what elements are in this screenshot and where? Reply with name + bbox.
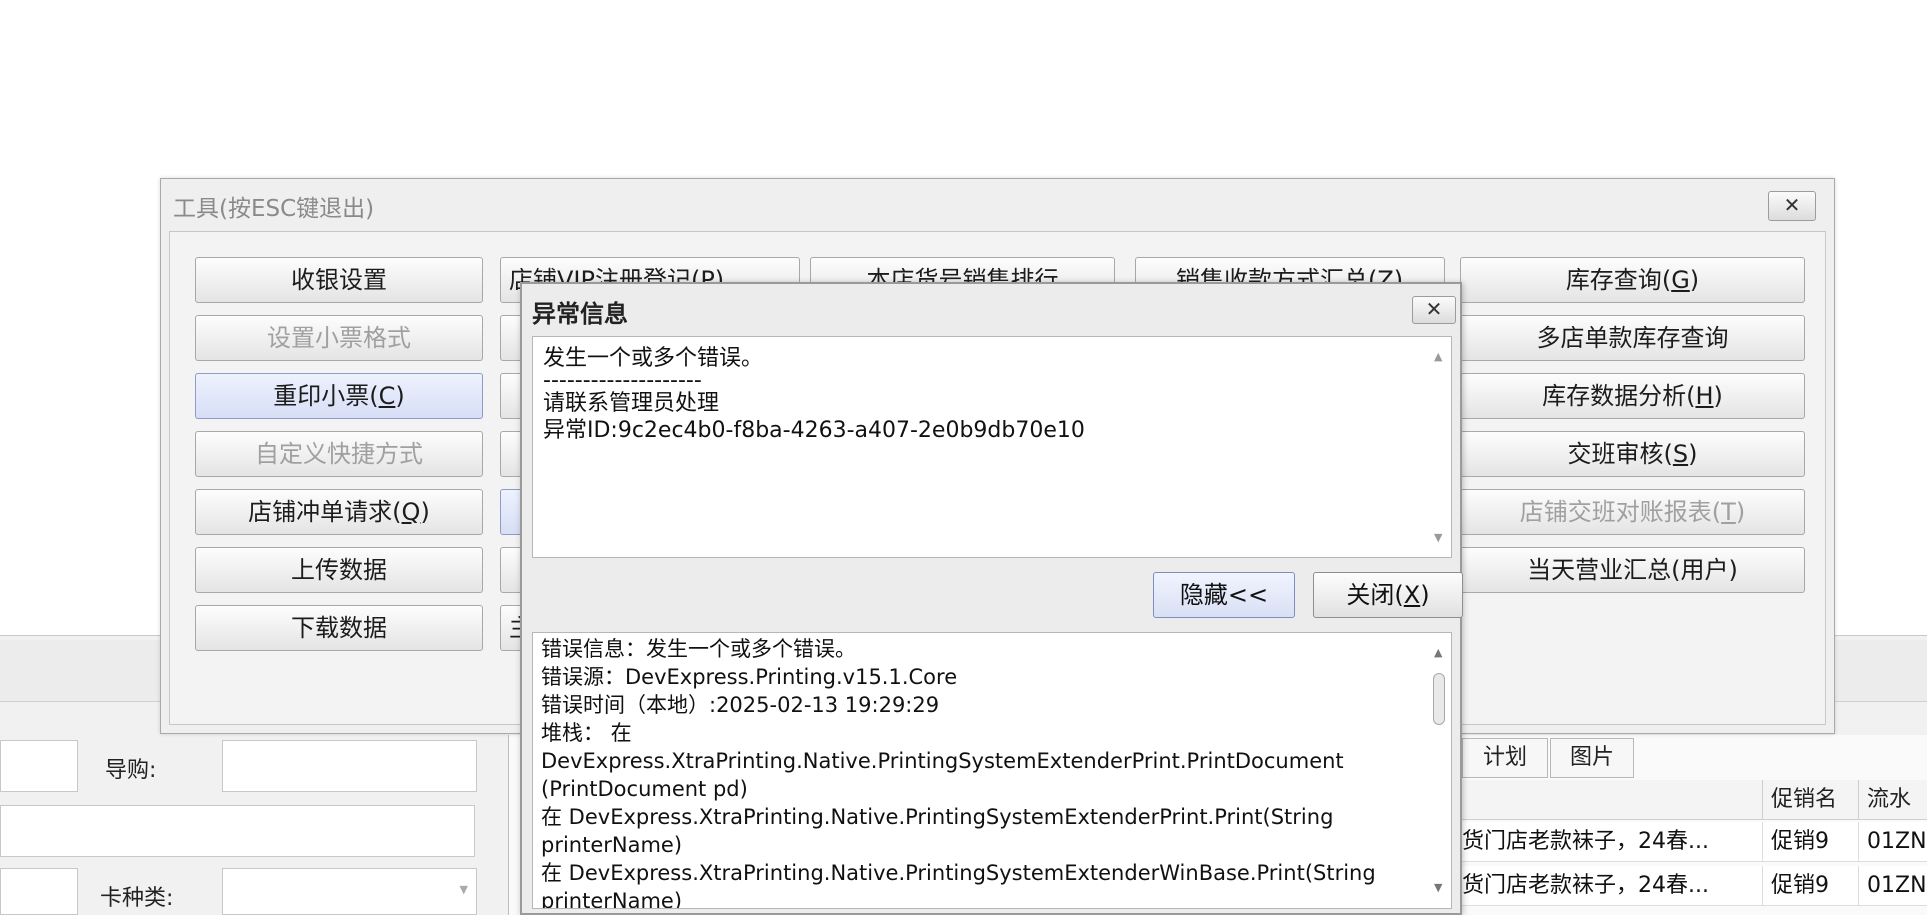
shortcut-key: X: [1403, 581, 1421, 609]
scroll-up-icon[interactable]: ▲: [1434, 639, 1442, 667]
shift-audit-button[interactable]: 交班审核(S): [1460, 431, 1805, 477]
shortcut-key: C: [378, 382, 396, 410]
detail-scrollbar[interactable]: ▲ ▼: [1431, 637, 1449, 904]
grid-cell-serial[interactable]: 01ZN0: [1858, 866, 1927, 906]
hide-details-button[interactable]: 隐藏<<: [1153, 572, 1295, 618]
shortcut-key: S: [1672, 440, 1689, 468]
shortcut-key: Q: [401, 498, 421, 526]
tools-window-title: 工具(按ESC键退出): [173, 196, 375, 222]
inventory-analysis-button[interactable]: 库存数据分析(H): [1460, 373, 1805, 419]
button-label: 交班审核: [1567, 440, 1664, 468]
button-label: 当天营业汇总(用户): [1527, 556, 1738, 584]
guide-input[interactable]: [222, 740, 477, 792]
custom-shortcut-button[interactable]: 自定义快捷方式: [195, 431, 483, 477]
scroll-down-icon[interactable]: ▼: [1434, 874, 1442, 902]
grid-cell-desc[interactable]: 货门店老款袜子，24春...: [1462, 866, 1762, 906]
tools-close-button[interactable]: ✕: [1768, 191, 1816, 221]
shortcut-key: T: [1721, 498, 1736, 526]
left-input-2[interactable]: [0, 805, 475, 857]
error-dialog: 异常信息 ✕ 发生一个或多个错误。 -------------------- 请…: [520, 282, 1463, 915]
message-line: --------------------: [543, 368, 702, 393]
reprint-receipt-button[interactable]: 重印小票(C): [195, 373, 483, 419]
left-input-1[interactable]: [0, 740, 78, 792]
grid-header-blank: [1462, 780, 1762, 820]
detail-line: (PrintDocument pd): [541, 777, 748, 801]
detail-line: 错误源：DevExpress.Printing.v15.1.Core: [541, 665, 958, 689]
button-label: 库存查询: [1565, 266, 1662, 294]
scroll-down-icon[interactable]: ▼: [1434, 524, 1442, 551]
detail-line: 在 DevExpress.XtraPrinting.Native.Printin…: [541, 805, 1334, 829]
detail-line: 堆栈： 在: [541, 721, 632, 745]
button-label: 下载数据: [291, 614, 387, 642]
grid-cell-serial[interactable]: 01ZN0: [1858, 822, 1927, 862]
upload-data-button[interactable]: 上传数据: [195, 547, 483, 593]
message-line: 异常ID:9c2ec4b0-f8ba-4263-a407-2e0b9db70e1…: [543, 418, 1085, 443]
button-label: 设置小票格式: [267, 324, 411, 352]
card-type-label: 卡种类:: [100, 886, 174, 911]
tab-plan[interactable]: 计划: [1462, 738, 1548, 778]
error-dialog-title: 异常信息: [532, 300, 628, 328]
grid-cell-desc[interactable]: 货门店老款袜子，24春...: [1462, 822, 1762, 862]
grid-header-serial[interactable]: 流水单: [1858, 780, 1927, 852]
button-label: 关闭: [1346, 581, 1395, 609]
download-data-button[interactable]: 下载数据: [195, 605, 483, 651]
scroll-up-icon[interactable]: ▲: [1434, 343, 1442, 370]
guide-label: 导购:: [105, 758, 157, 783]
card-type-select[interactable]: ▼: [222, 868, 477, 915]
error-dialog-close-button[interactable]: ✕: [1412, 296, 1456, 324]
inventory-query-button[interactable]: 库存查询(G): [1460, 257, 1805, 303]
button-label: 上传数据: [291, 556, 387, 584]
grid-cell-promo[interactable]: 促销9: [1762, 866, 1858, 906]
shift-reconciliation-report-button[interactable]: 店铺交班对账报表(T): [1460, 489, 1805, 535]
left-input-3[interactable]: [0, 868, 78, 915]
button-label: 隐藏<<: [1179, 581, 1269, 609]
detail-line: DevExpress.XtraPrinting.Native.PrintingS…: [541, 749, 1344, 773]
button-label: 自定义快捷方式: [255, 440, 423, 468]
grid-header-promo[interactable]: 促销名: [1762, 780, 1858, 820]
button-label: 店铺冲单请求: [248, 498, 393, 526]
detail-line: printerName): [541, 833, 683, 857]
chevron-down-icon: ▼: [459, 883, 468, 896]
scroll-thumb[interactable]: [1433, 673, 1445, 725]
shortcut-key: H: [1695, 382, 1714, 410]
dialog-close-button[interactable]: 关闭(X): [1313, 572, 1463, 618]
button-label: 库存数据分析: [1542, 382, 1687, 410]
detail-line: 错误信息：发生一个或多个错误。: [541, 637, 856, 661]
grid-cell-promo[interactable]: 促销9: [1762, 822, 1858, 862]
error-detail-box[interactable]: 错误信息：发生一个或多个错误。 错误源：DevExpress.Printing.…: [532, 632, 1452, 909]
store-reversal-request-button[interactable]: 店铺冲单请求(Q): [195, 489, 483, 535]
receipt-format-button[interactable]: 设置小票格式: [195, 315, 483, 361]
tab-images[interactable]: 图片: [1550, 738, 1634, 778]
detail-line: 错误时间（本地）:2025-02-13 19:29:29: [541, 693, 940, 717]
error-message-box[interactable]: 发生一个或多个错误。 -------------------- 请联系管理员处理…: [532, 336, 1452, 558]
detail-line: printerName): [541, 889, 683, 909]
button-label: 多店单款库存查询: [1536, 324, 1729, 352]
close-icon: ✕: [1425, 297, 1443, 321]
message-line: 请联系管理员处理: [543, 391, 720, 416]
cashier-settings-button[interactable]: 收银设置: [195, 257, 483, 303]
message-scrollbar[interactable]: ▲ ▼: [1431, 341, 1449, 553]
close-icon: ✕: [1783, 193, 1801, 217]
button-label: 重印小票: [273, 382, 370, 410]
button-label: 店铺交班对账报表: [1519, 498, 1712, 526]
detail-line: 在 DevExpress.XtraPrinting.Native.Printin…: [541, 861, 1376, 885]
daily-business-summary-button[interactable]: 当天营业汇总(用户): [1460, 547, 1805, 593]
multi-store-inventory-button[interactable]: 多店单款库存查询: [1460, 315, 1805, 361]
button-label: 收银设置: [291, 266, 387, 294]
shortcut-key: G: [1671, 266, 1690, 294]
